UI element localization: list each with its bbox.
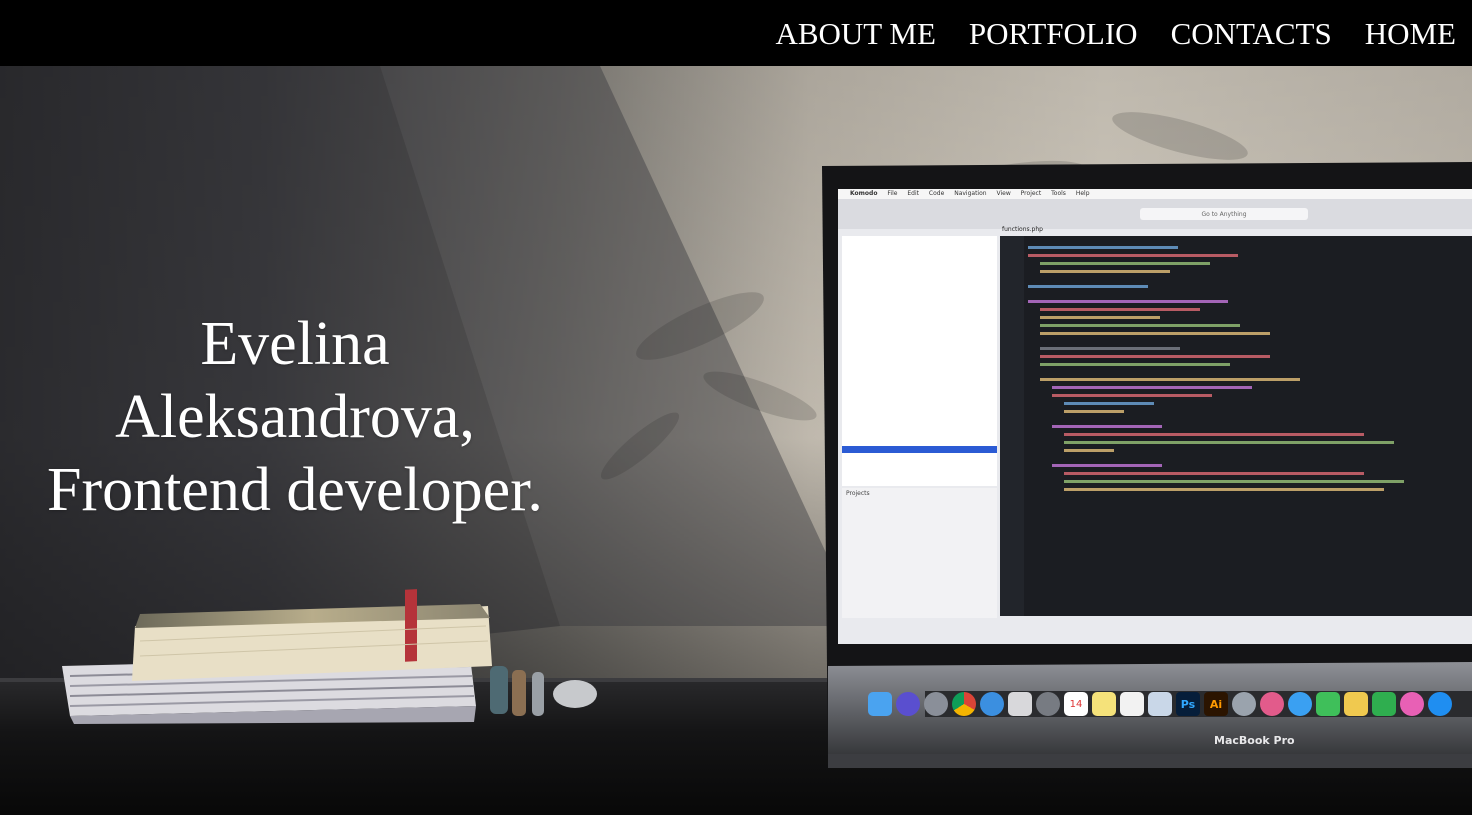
- calendar-icon: 14: [1064, 692, 1088, 716]
- menu-item: Help: [1075, 190, 1090, 197]
- menu-item: File: [887, 190, 898, 197]
- editor-search-field: Go to Anything: [1201, 211, 1247, 218]
- preview-icon: [1148, 692, 1172, 716]
- facetime-icon: [1316, 692, 1340, 716]
- menu-item: Project: [1020, 190, 1042, 197]
- app-icon: [1260, 692, 1284, 716]
- hero-title-line-role: Frontend developer.: [47, 456, 543, 524]
- app-icon: [1232, 692, 1256, 716]
- safari-icon: [980, 692, 1004, 716]
- menu-item: Tools: [1051, 190, 1066, 197]
- laptop-screen-ui: Komodo File Edit Code Navigation View Pr…: [838, 189, 1472, 747]
- menu-item: Navigation: [954, 190, 987, 197]
- notes-icon: [1092, 692, 1116, 716]
- nav-link-contacts[interactable]: CONTACTS: [1171, 18, 1332, 49]
- editor-menubar: Komodo File Edit Code Navigation View Pr…: [850, 189, 1090, 199]
- photoshop-icon: Ps: [1176, 692, 1200, 716]
- itunes-icon: [1400, 692, 1424, 716]
- nav-link-about-me[interactable]: ABOUT ME: [775, 18, 935, 49]
- app-store-icon: [1428, 692, 1452, 716]
- messages-icon: [1288, 692, 1312, 716]
- laptop-brand-label: MacBook Pro: [1214, 734, 1295, 747]
- editor-tab: functions.php: [1002, 226, 1043, 233]
- dock: 14 Ps Ai: [868, 687, 1472, 721]
- projects-panel-label: Projects: [846, 490, 870, 497]
- nav-link-home[interactable]: HOME: [1365, 18, 1456, 49]
- settings-icon: [1036, 692, 1060, 716]
- illustrator-icon: Ai: [1204, 692, 1228, 716]
- finder-icon: [868, 692, 892, 716]
- chrome-icon: [952, 692, 976, 716]
- numbers-icon: [1372, 692, 1396, 716]
- hero-title: Evelina Aleksandrova, Frontend developer…: [20, 308, 570, 527]
- nav-link-portfolio[interactable]: PORTFOLIO: [969, 18, 1138, 49]
- app-icon: [1344, 692, 1368, 716]
- hero-title-line-name: Evelina: [200, 310, 390, 378]
- menu-item: Edit: [907, 190, 919, 197]
- menu-item: Komodo: [850, 190, 878, 197]
- hero-section: Komodo File Edit Code Navigation View Pr…: [0, 66, 1472, 815]
- photos-icon: [1008, 692, 1032, 716]
- reminders-icon: [1120, 692, 1144, 716]
- hero-title-line-surname: Aleksandrova,: [115, 383, 475, 451]
- siri-icon: [896, 692, 920, 716]
- menu-item: View: [996, 190, 1011, 197]
- menu-item: Code: [928, 190, 945, 197]
- code-lines: [1028, 241, 1458, 496]
- launchpad-icon: [924, 692, 948, 716]
- top-nav: ABOUT ME PORTFOLIO CONTACTS HOME: [0, 0, 1472, 66]
